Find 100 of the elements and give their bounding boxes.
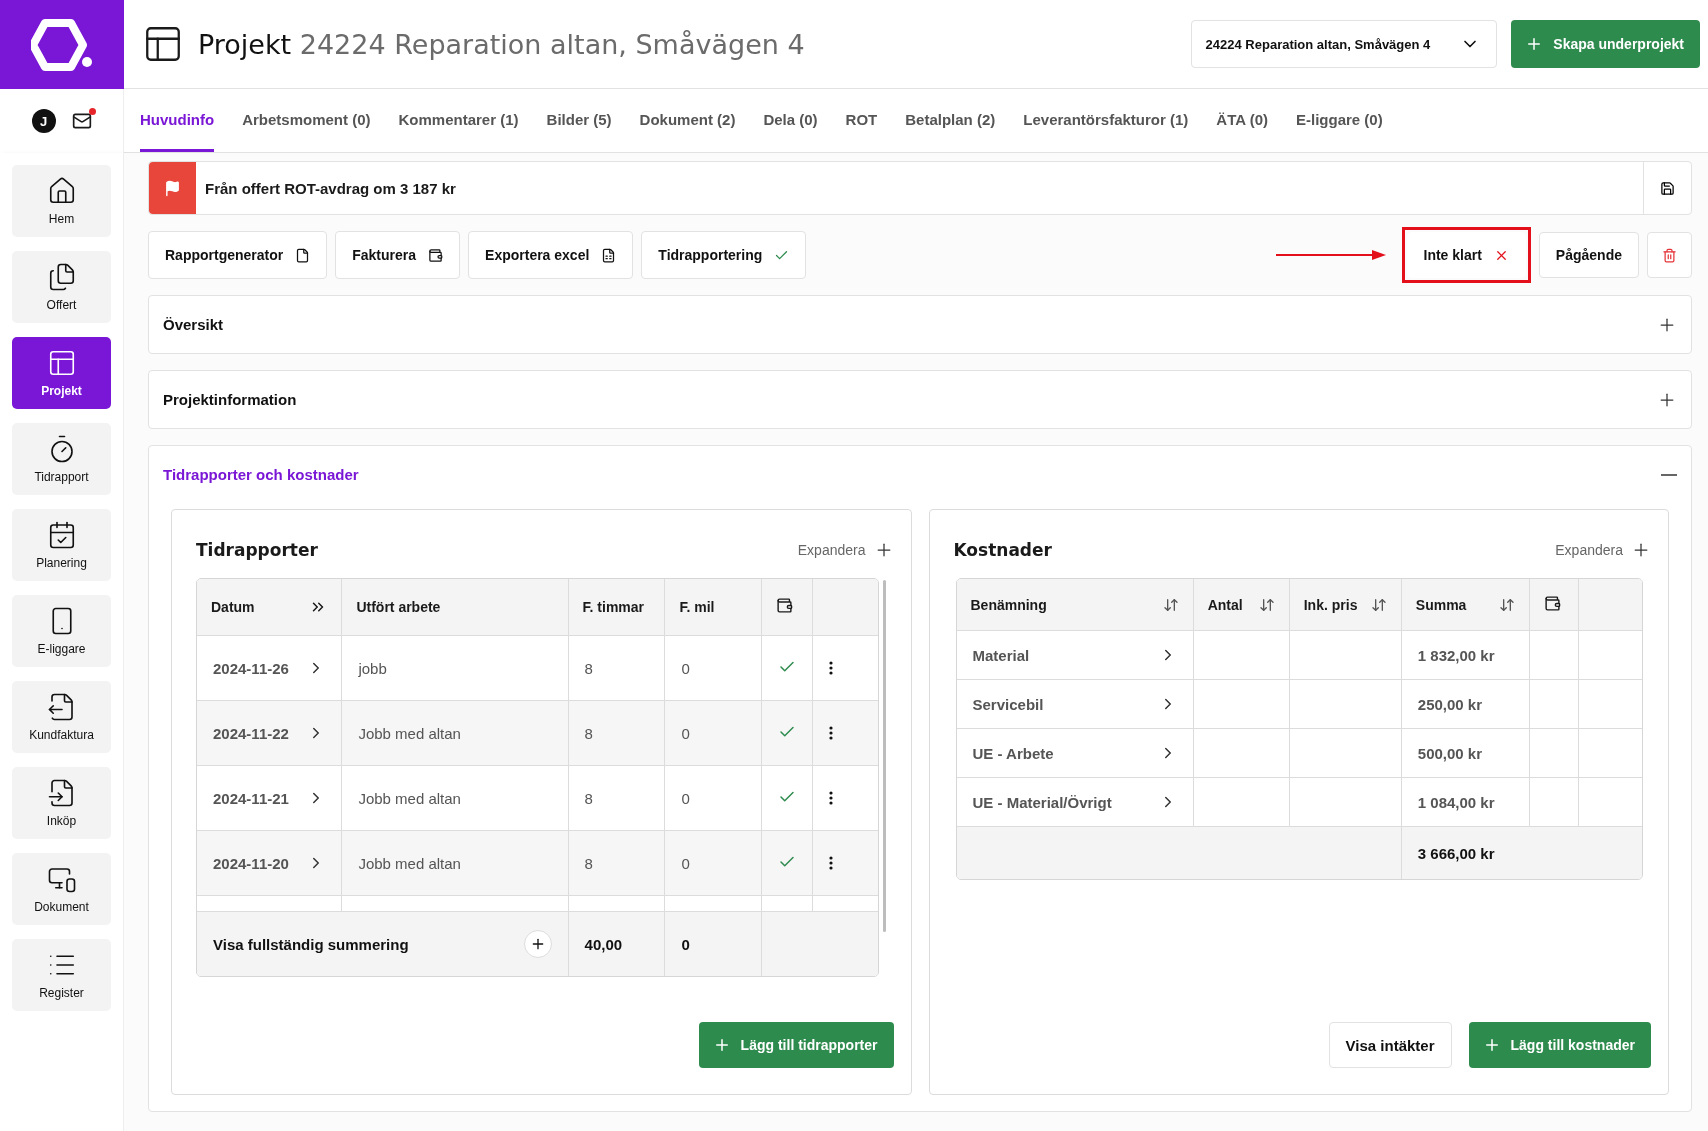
wallet-icon xyxy=(1543,594,1561,612)
column-header[interactable]: Ink. pris xyxy=(1289,579,1402,631)
sort-icon xyxy=(1258,596,1275,613)
file-icon xyxy=(295,247,311,263)
create-subproject-button[interactable]: Skapa underprojekt xyxy=(1511,20,1700,68)
sidebar-item[interactable]: Dokument xyxy=(12,853,111,925)
minus-icon xyxy=(1661,473,1677,476)
sidebar-item[interactable]: Offert xyxy=(12,251,111,323)
total-cell: 0 xyxy=(665,912,763,976)
column-header: F. timmar xyxy=(568,579,666,636)
more-button[interactable] xyxy=(828,661,833,675)
status-button[interactable]: Pågående xyxy=(1538,232,1639,278)
accordion-header[interactable]: Projektinformation xyxy=(149,371,1691,428)
cost-name: UE - Arbete xyxy=(972,744,1054,762)
show-income-button[interactable]: Visa intäkter xyxy=(1328,1022,1452,1068)
expand-link[interactable]: Expandera xyxy=(797,540,894,560)
tab[interactable]: E-liggare (0) xyxy=(1296,89,1383,152)
table-cell: Jobb med altan xyxy=(342,766,569,831)
wallet-icon xyxy=(776,597,794,614)
sidebar-item[interactable]: Tidrapport xyxy=(12,423,111,495)
column-header: Utfört arbete xyxy=(342,579,569,636)
accordion-header[interactable]: Tidrapporter och kostnader xyxy=(149,446,1691,503)
table-cell: 8 xyxy=(568,701,666,766)
sidebar-item[interactable]: Kundfaktura xyxy=(12,681,111,753)
more-button[interactable] xyxy=(828,726,833,740)
more-icon xyxy=(828,726,833,740)
table-cell: Jobb med altan xyxy=(342,701,569,766)
table-cell: 1 832,00 kr xyxy=(1401,631,1530,680)
column-header[interactable]: Antal xyxy=(1193,579,1290,631)
table-cell: 0 xyxy=(665,701,763,766)
table-cell: jobb xyxy=(342,636,569,701)
sort-icon xyxy=(1370,596,1387,613)
tab[interactable]: Betalplan (2) xyxy=(905,89,996,152)
table-cell: Jobb med altan xyxy=(342,831,569,896)
action-button[interactable]: Tidrapportering xyxy=(641,231,807,279)
delete-button[interactable] xyxy=(1647,232,1692,278)
column-header[interactable]: Summa xyxy=(1401,579,1530,631)
accordion-header[interactable]: Översikt xyxy=(149,296,1691,353)
page-title: Projekt 24224 Reparation altan, Småvägen 4 xyxy=(198,28,806,60)
column-header[interactable]: Datum xyxy=(197,579,343,636)
table-cell: 8 xyxy=(568,831,666,896)
add-cost-button[interactable]: Lägg till kostnader xyxy=(1468,1022,1651,1068)
user-avatar[interactable]: J xyxy=(31,109,56,133)
action-button[interactable]: Rapportgenerator xyxy=(148,231,328,279)
summary-label: Visa fullständig summering xyxy=(213,935,409,953)
more-icon xyxy=(828,791,833,805)
table-cell: 250,00 kr xyxy=(1401,680,1530,729)
sort-icon xyxy=(1498,596,1515,613)
sort-icon xyxy=(1162,596,1179,613)
table-cell: 500,00 kr xyxy=(1401,729,1530,778)
trash-icon xyxy=(1662,247,1677,263)
tab[interactable]: Arbetsmoment (0) xyxy=(242,89,371,152)
tab[interactable]: ROT xyxy=(845,89,878,152)
table-cell: 8 xyxy=(568,766,666,831)
tab[interactable]: Leverantörsfakturor (1) xyxy=(1023,89,1189,152)
sidebar-item[interactable]: Inköp xyxy=(12,767,111,839)
sidebar-item[interactable]: Hem xyxy=(12,165,111,237)
tab[interactable]: ÄTA (0) xyxy=(1216,89,1268,152)
more-button[interactable] xyxy=(828,791,833,805)
action-button[interactable]: Fakturera xyxy=(335,231,461,279)
more-icon xyxy=(828,856,833,870)
column-header[interactable]: Benämning xyxy=(956,579,1194,631)
expand-summary-button[interactable] xyxy=(523,930,552,958)
scrollbar[interactable] xyxy=(882,580,886,932)
more-button[interactable] xyxy=(828,856,833,870)
cost-name: UE - Material/Övrigt xyxy=(972,793,1112,811)
status-button[interactable]: Inte klart xyxy=(1406,232,1526,278)
wallet-icon xyxy=(428,247,444,263)
total-cell: 3 666,00 kr xyxy=(1401,827,1642,879)
expand-link[interactable]: Expandera xyxy=(1555,540,1651,560)
sidebar-item[interactable]: E-liggare xyxy=(12,595,111,667)
sidebar-item[interactable]: Projekt xyxy=(12,337,111,409)
logo[interactable] xyxy=(0,0,124,89)
column-header: F. mil xyxy=(665,579,763,636)
add-time-report-button[interactable]: Lägg till tidrapporter xyxy=(698,1022,894,1068)
card-title: Kostnader xyxy=(953,540,1052,560)
cost-name: Servicebil xyxy=(972,695,1044,713)
action-button[interactable]: Exportera excel xyxy=(468,231,634,279)
tab[interactable]: Dokument (2) xyxy=(639,89,736,152)
table-cell: 0 xyxy=(665,766,763,831)
date-cell: 2024-11-26 xyxy=(213,659,289,677)
spreadsheet-icon xyxy=(601,247,617,263)
total-cell: 40,00 xyxy=(568,912,666,976)
tab[interactable]: Bilder (5) xyxy=(546,89,612,152)
cost-name: Material xyxy=(972,646,1030,664)
sidebar-item[interactable]: Planering xyxy=(12,509,111,581)
save-icon xyxy=(1660,180,1675,196)
more-icon xyxy=(828,661,833,675)
project-select[interactable]: 24224 Reparation altan, Småvägen 4 xyxy=(1190,20,1498,68)
flag-icon xyxy=(164,179,181,197)
tab[interactable]: Dela (0) xyxy=(763,89,818,152)
banner-text: Från offert ROT-avdrag om 3 187 kr xyxy=(204,178,457,199)
logo-icon xyxy=(31,18,93,71)
table-cell: 0 xyxy=(665,636,763,701)
table-cell: 1 084,00 kr xyxy=(1401,778,1530,827)
table-cell: 8 xyxy=(568,636,666,701)
date-cell: 2024-11-22 xyxy=(213,724,289,742)
sidebar-item[interactable]: Register xyxy=(12,939,111,1011)
table-cell: 0 xyxy=(665,831,763,896)
tab[interactable]: Kommentarer (1) xyxy=(398,89,519,152)
